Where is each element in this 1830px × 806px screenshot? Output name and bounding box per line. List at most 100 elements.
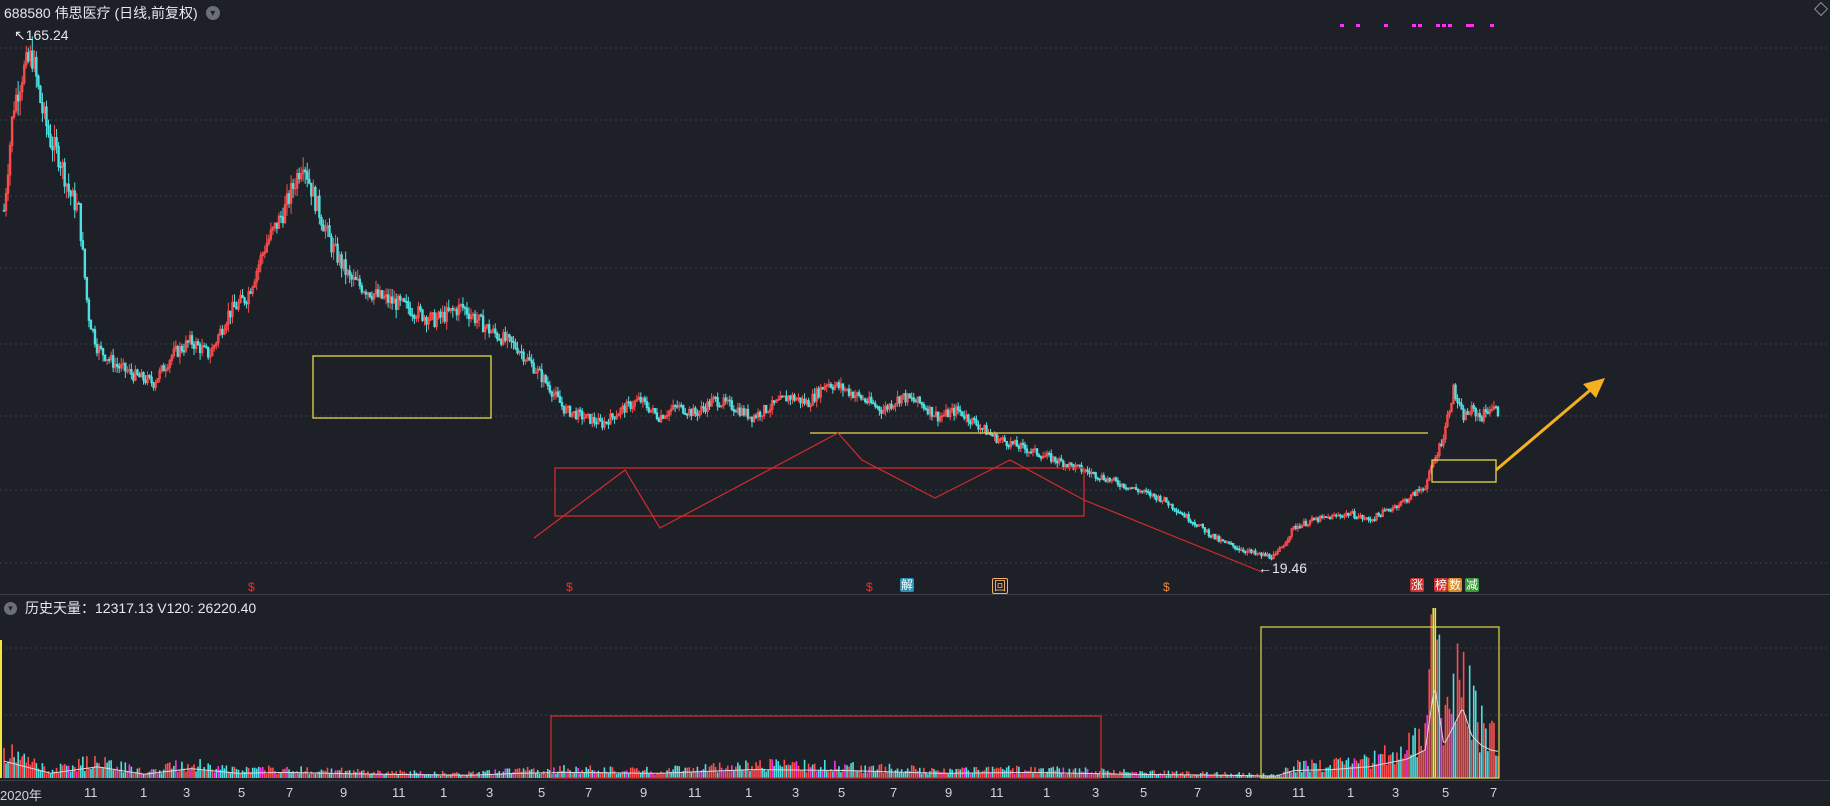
- marker-shu[interactable]: 数: [1448, 578, 1463, 592]
- volume-bar: [1371, 762, 1374, 778]
- volume-bar: [900, 769, 903, 778]
- volume-bar: [536, 769, 539, 778]
- candle-body: [360, 285, 364, 293]
- candle-body: [487, 324, 491, 334]
- volume-bar: [464, 775, 466, 778]
- volume-chart[interactable]: [0, 596, 1830, 780]
- time-tick: 3: [1392, 785, 1400, 800]
- volume-bar: [1390, 754, 1392, 778]
- volume-bar: [170, 768, 173, 778]
- marker-s-4[interactable]: $: [1162, 580, 1171, 594]
- candle-body: [291, 183, 295, 189]
- volume-bar: [1351, 763, 1354, 778]
- candle-body: [310, 182, 313, 197]
- volume-bar: [755, 762, 757, 778]
- candle-body: [738, 407, 742, 416]
- candle-body: [35, 56, 38, 77]
- marker-s-1[interactable]: $: [247, 580, 256, 594]
- candle-body: [87, 299, 91, 321]
- candle-body: [1149, 491, 1152, 497]
- candle-body: [694, 407, 697, 414]
- candle-body: [1242, 549, 1245, 552]
- candle-body: [548, 385, 552, 393]
- chevron-down-icon[interactable]: ▾: [4, 601, 17, 615]
- volume-bar: [1495, 755, 1497, 778]
- consolidation-box-2: [1431, 459, 1497, 483]
- candle-body: [1355, 517, 1358, 520]
- candle-body: [864, 398, 867, 403]
- candle-body: [643, 397, 647, 402]
- volume-bar: [328, 773, 331, 778]
- candle-body: [1472, 405, 1475, 409]
- volume-bar: [338, 770, 341, 778]
- volume-bar: [332, 773, 335, 778]
- candle-body: [354, 276, 357, 281]
- candle-body: [1227, 541, 1231, 544]
- signal-dot-9: [1470, 24, 1474, 27]
- candle-body: [304, 169, 307, 173]
- volume-bar: [80, 765, 82, 778]
- marker-s-3[interactable]: $: [865, 580, 874, 594]
- volume-bar: [648, 773, 650, 778]
- volume-bar: [1454, 722, 1457, 778]
- volume-bar: [1430, 614, 1433, 778]
- candle-body: [1260, 552, 1263, 557]
- candle-body: [1122, 483, 1126, 489]
- volume-bar: [1026, 770, 1028, 778]
- volume-bar: [1487, 751, 1489, 778]
- candle-body: [1316, 517, 1320, 522]
- volume-bar: [1290, 772, 1293, 778]
- marker-s-2[interactable]: $: [565, 580, 574, 594]
- volume-bar: [239, 773, 242, 778]
- candle-body: [63, 162, 66, 187]
- candle-body: [79, 203, 83, 242]
- volume-bar: [217, 766, 220, 778]
- marker-zhang[interactable]: 涨: [1410, 578, 1425, 592]
- candle-body: [1116, 480, 1120, 485]
- candle-body: [394, 298, 398, 310]
- candle-body: [1217, 535, 1221, 542]
- volume-bar: [702, 769, 705, 778]
- volume-bar: [21, 756, 23, 778]
- candle-body: [516, 347, 519, 354]
- volume-bar: [314, 773, 317, 778]
- candle-body: [837, 382, 841, 389]
- volume-bar: [977, 769, 980, 778]
- marker-bang[interactable]: 榜: [1434, 578, 1449, 592]
- candle-body: [297, 172, 301, 180]
- candle-body: [37, 75, 40, 87]
- volume-bar: [538, 773, 541, 778]
- volume-bar: [504, 768, 507, 778]
- candle-body: [959, 409, 962, 413]
- volume-bar: [520, 771, 523, 778]
- marker-jian[interactable]: 减: [1465, 578, 1480, 592]
- volume-bar: [308, 774, 311, 778]
- candle-body: [27, 52, 30, 62]
- candle-body: [1270, 557, 1273, 560]
- volume-bar: [193, 764, 195, 778]
- volume-bar: [809, 767, 812, 778]
- candle-body: [1221, 539, 1225, 542]
- candle-body: [496, 332, 499, 340]
- candle-body: [196, 341, 200, 346]
- candle-body: [936, 411, 940, 422]
- volume-bar: [494, 769, 497, 778]
- volume-bar: [284, 768, 286, 778]
- time-tick: 5: [1442, 785, 1450, 800]
- volume-bar: [1339, 757, 1342, 778]
- candle-body: [558, 395, 562, 403]
- price-chart[interactable]: [0, 0, 1830, 596]
- chevron-down-icon[interactable]: ▾: [205, 6, 220, 20]
- volume-bar: [397, 774, 400, 778]
- volume-bar: [59, 763, 62, 778]
- candle-body: [653, 408, 657, 414]
- time-tick: 5: [238, 785, 246, 800]
- marker-hui[interactable]: 回: [992, 578, 1009, 594]
- volume-bar: [19, 759, 21, 778]
- marker-jie[interactable]: 解: [900, 578, 915, 592]
- candle-body: [1134, 487, 1138, 490]
- volume-bar: [680, 772, 683, 778]
- candle-body: [661, 414, 665, 419]
- time-tick: 1: [440, 785, 448, 800]
- volume-bar: [5, 763, 7, 778]
